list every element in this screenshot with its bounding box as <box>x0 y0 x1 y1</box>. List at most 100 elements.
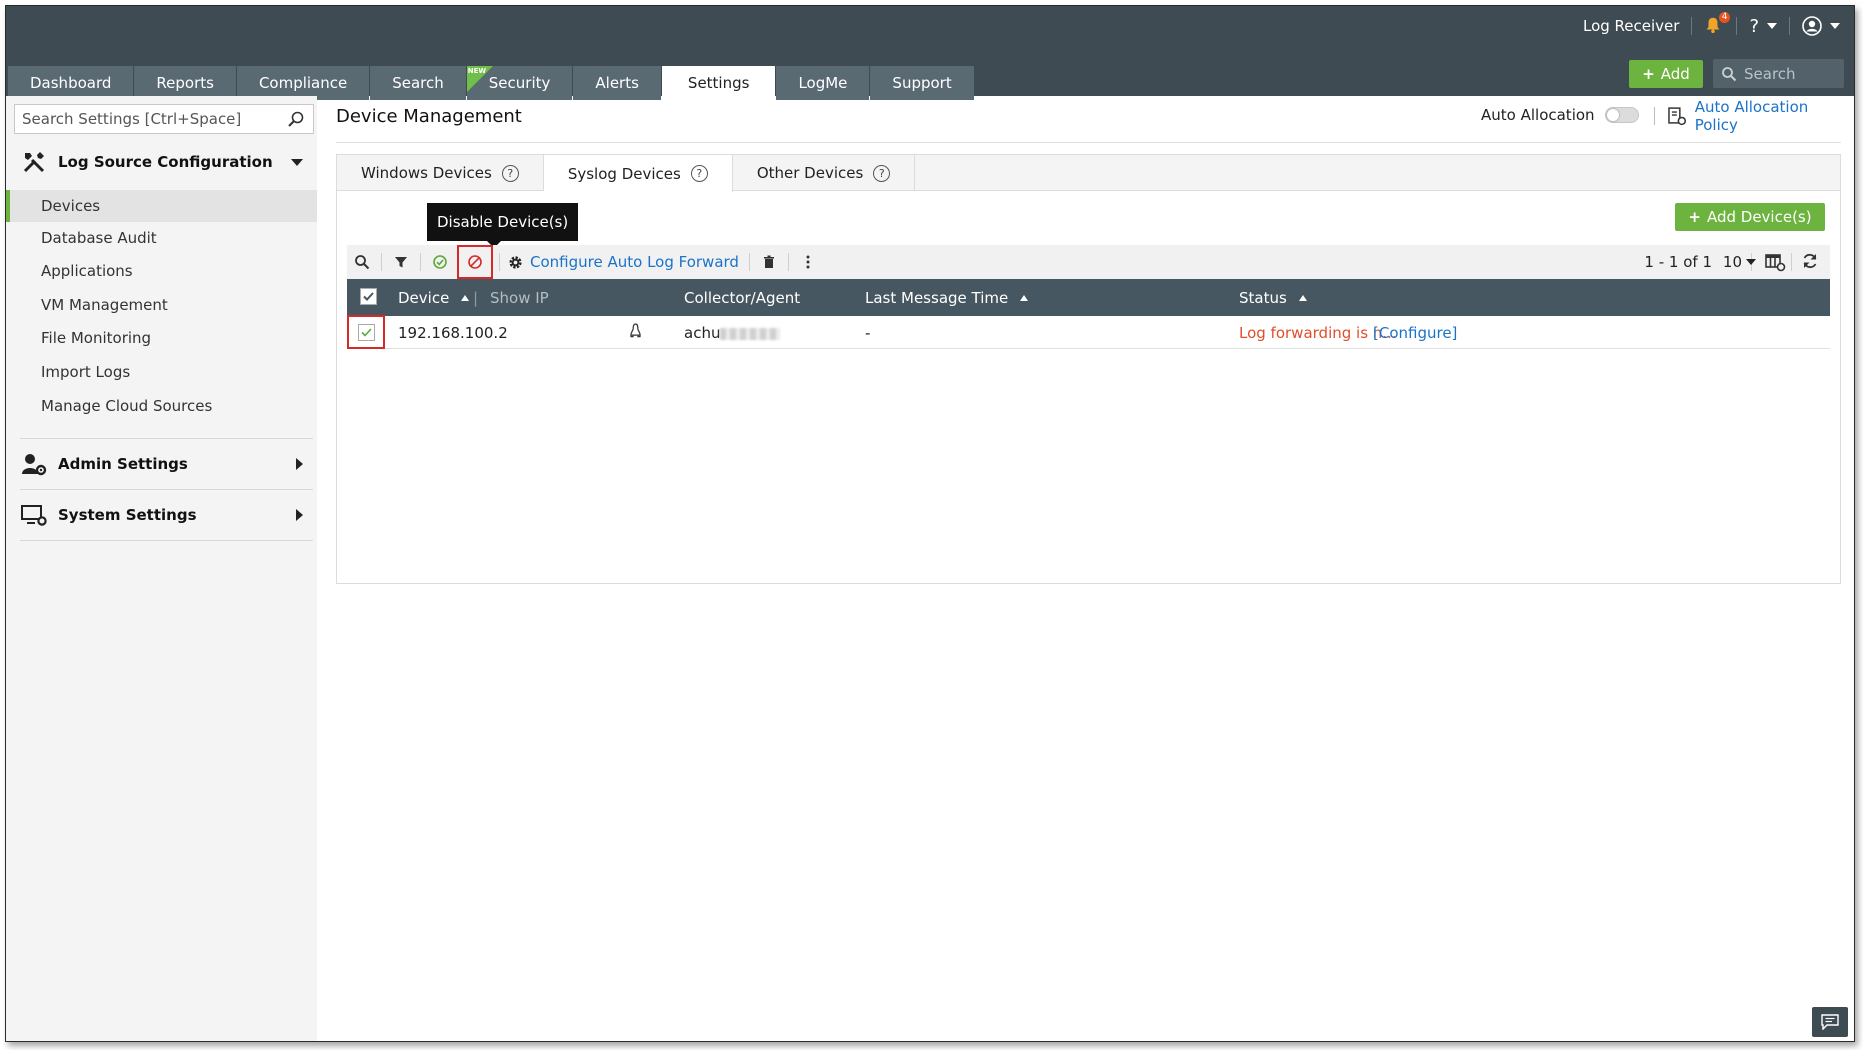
tab-security[interactable]: NEW Security <box>466 66 573 100</box>
tab-settings[interactable]: Settings <box>661 66 776 100</box>
policy-doc-icon <box>1668 107 1687 126</box>
collector-name: achu <box>684 324 721 342</box>
sidebar-item-vm-management[interactable]: VM Management <box>6 289 317 321</box>
chevron-down-icon <box>1746 259 1756 265</box>
configure-auto-log-forward-link[interactable]: Configure Auto Log Forward <box>508 253 739 271</box>
notifications-bell-icon[interactable]: 4 <box>1704 12 1731 36</box>
sort-asc-icon <box>1298 295 1307 301</box>
new-badge: NEW <box>467 67 487 75</box>
table-row[interactable]: 192.168.100.2 achu - Log forwarding is n… <box>347 315 1830 349</box>
sidebar-item-label: File Monitoring <box>41 329 152 347</box>
more-options-icon[interactable] <box>793 247 823 277</box>
tab-label: Reports <box>156 74 214 92</box>
divider <box>748 253 750 271</box>
product-label[interactable]: Log Receiver <box>1583 17 1679 35</box>
help-circle-icon[interactable]: ? <box>690 165 708 182</box>
auto-allocation-label: Auto Allocation <box>1481 106 1595 124</box>
settings-search-input[interactable]: Search Settings [Ctrl+Space] <box>14 104 314 134</box>
show-ip-toggle[interactable]: Show IP <box>490 289 549 307</box>
help-icon[interactable]: ? <box>1749 16 1759 37</box>
app-window: Log Receiver 4 ? Dashboard Reports Compl… <box>5 5 1855 1042</box>
enable-devices-icon[interactable] <box>425 247 455 277</box>
row-checkbox-highlight[interactable] <box>347 315 385 349</box>
refresh-icon[interactable] <box>1800 251 1820 271</box>
sidebar-item-import-logs[interactable]: Import Logs <box>6 356 317 388</box>
configure-link[interactable]: [Configure] <box>1373 324 1457 342</box>
add-devices-button[interactable]: + Add Device(s) <box>1675 203 1825 231</box>
sort-asc-icon <box>461 295 470 301</box>
divider <box>20 540 313 541</box>
last-message-time: - <box>865 324 871 342</box>
help-circle-icon[interactable]: ? <box>873 164 891 182</box>
tab-windows-devices[interactable]: Windows Devices ? <box>337 155 544 191</box>
sidebar-item-manage-cloud-sources[interactable]: Manage Cloud Sources <box>6 390 317 422</box>
settings-sidebar: Search Settings [Ctrl+Space] Log Source … <box>6 96 317 1041</box>
device-panel: Windows Devices ? Syslog Devices ? Other… <box>336 154 1841 584</box>
help-circle-icon[interactable]: ? <box>501 164 519 182</box>
device-ip[interactable]: 192.168.100.2 <box>398 324 508 342</box>
collector-agent: achu <box>684 324 781 342</box>
tab-reports[interactable]: Reports <box>134 66 236 100</box>
auto-allocation-policy-link[interactable]: Auto Allocation Policy <box>1654 98 1854 134</box>
tab-search[interactable]: Search <box>370 66 466 100</box>
column-chooser-icon[interactable] <box>1764 251 1786 273</box>
column-collector-agent[interactable]: Collector/Agent <box>684 289 800 307</box>
tab-other-devices[interactable]: Other Devices ? <box>733 155 916 191</box>
column-label: Last Message Time <box>865 289 1009 307</box>
column-status[interactable]: Status <box>1239 289 1307 307</box>
section-system-settings[interactable]: System Settings <box>20 490 313 540</box>
user-caret-icon[interactable] <box>1830 23 1840 29</box>
add-label: Add <box>1660 65 1690 83</box>
trash-icon[interactable] <box>754 247 784 277</box>
checkbox[interactable] <box>357 323 375 341</box>
page-title: Device Management <box>336 106 522 127</box>
search-icon <box>1722 66 1737 81</box>
column-device[interactable]: Device <box>398 289 470 307</box>
divider: | <box>473 289 479 307</box>
divider <box>1654 107 1655 125</box>
auto-allocation: Auto Allocation <box>1481 106 1639 124</box>
add-button[interactable]: + Add <box>1629 60 1703 88</box>
divider <box>336 142 1841 143</box>
column-label: Status <box>1239 289 1287 307</box>
search-icon[interactable] <box>287 110 305 128</box>
sidebar-item-label: Manage Cloud Sources <box>41 397 213 415</box>
disable-devices-icon[interactable] <box>457 245 493 279</box>
plus-icon: + <box>1688 208 1701 226</box>
tab-label: Settings <box>687 74 750 92</box>
tab-dashboard[interactable]: Dashboard <box>8 66 134 100</box>
per-page-value: 10 <box>1722 253 1742 271</box>
checkbox[interactable] <box>360 288 377 305</box>
chat-button[interactable] <box>1812 1007 1848 1037</box>
sidebar-item-database-audit[interactable]: Database Audit <box>6 222 317 254</box>
sidebar-item-devices[interactable]: Devices <box>6 190 317 222</box>
section-log-source-configuration[interactable]: Log Source Configuration <box>20 137 313 187</box>
global-search-input[interactable]: Search <box>1713 59 1844 88</box>
select-all-checkbox[interactable] <box>360 288 377 305</box>
chevron-right-icon <box>296 509 303 521</box>
tab-label: Windows Devices <box>361 164 492 182</box>
admin-user-gear-icon <box>20 450 48 478</box>
sidebar-item-label: Import Logs <box>41 363 131 381</box>
configure-forward-label: Configure Auto Log Forward <box>530 253 739 271</box>
sidebar-item-file-monitoring[interactable]: File Monitoring <box>6 322 317 354</box>
main-nav: Dashboard Reports Compliance Search NEW … <box>8 66 975 100</box>
sidebar-item-applications[interactable]: Applications <box>6 255 317 287</box>
column-last-message-time[interactable]: Last Message Time <box>865 289 1029 307</box>
tab-logme[interactable]: LogMe <box>776 66 870 100</box>
user-avatar-icon[interactable] <box>1802 16 1840 36</box>
tab-syslog-devices[interactable]: Syslog Devices ? <box>543 155 733 192</box>
tab-compliance[interactable]: Compliance <box>236 66 370 100</box>
tab-label: Dashboard <box>30 74 112 92</box>
tab-alerts[interactable]: Alerts <box>573 66 661 100</box>
section-admin-settings[interactable]: Admin Settings <box>20 439 313 489</box>
help-caret-icon[interactable] <box>1767 23 1777 29</box>
sidebar-item-label: Database Audit <box>41 229 157 247</box>
redacted-text <box>720 327 781 340</box>
per-page-select[interactable]: 10 <box>1723 253 1756 271</box>
tab-support[interactable]: Support <box>870 66 974 100</box>
auto-allocation-toggle[interactable] <box>1604 107 1639 123</box>
tab-label: Compliance <box>258 74 348 92</box>
search-table-icon[interactable] <box>347 247 377 277</box>
filter-icon[interactable] <box>386 247 416 277</box>
